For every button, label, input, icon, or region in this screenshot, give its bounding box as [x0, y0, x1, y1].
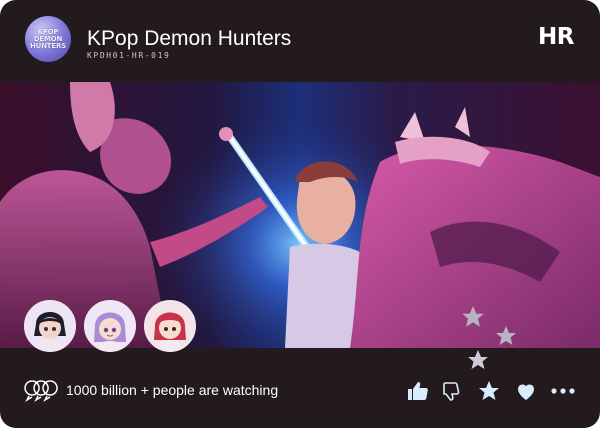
- star-icon: [479, 381, 499, 400]
- thumbs-down-icon: [443, 382, 460, 401]
- thumbs-up-icon: [408, 382, 428, 400]
- viewers-icon: [24, 380, 58, 402]
- more-button[interactable]: [550, 378, 576, 404]
- favorite-button[interactable]: [476, 378, 502, 404]
- chibi-avatar-red-hair-icon: [146, 302, 194, 350]
- avatar-1[interactable]: [24, 300, 76, 352]
- decor-star-icon-2: [496, 326, 516, 345]
- chibi-avatar-dark-hair-icon: [26, 302, 74, 350]
- rarity-badge: HR: [538, 24, 574, 50]
- decor-star-icon-1: [462, 306, 484, 327]
- card-header: KPOP DEMON HUNTERS KPop Demon Hunters KP…: [0, 0, 600, 82]
- heart-icon: [518, 384, 534, 400]
- card-title: KPop Demon Hunters: [87, 27, 292, 50]
- card-code: KPDH01-HR-019: [87, 51, 171, 60]
- watching-count-text: 1000 billion + people are watching: [66, 382, 279, 398]
- chibi-avatar-purple-braid-icon: [86, 302, 134, 350]
- brand-logo: KPOP DEMON HUNTERS: [25, 16, 71, 62]
- logo-line-3: HUNTERS: [30, 41, 66, 50]
- card-footer: 1000 billion + people are watching: [0, 348, 600, 428]
- dislike-button[interactable]: [440, 378, 466, 404]
- like-button[interactable]: [405, 378, 431, 404]
- avatar-2[interactable]: [84, 300, 136, 352]
- more-icon: [551, 388, 575, 394]
- love-button[interactable]: [513, 378, 539, 404]
- avatar-3[interactable]: [144, 300, 196, 352]
- photo-card: KPOP DEMON HUNTERS KPop Demon Hunters KP…: [0, 0, 600, 428]
